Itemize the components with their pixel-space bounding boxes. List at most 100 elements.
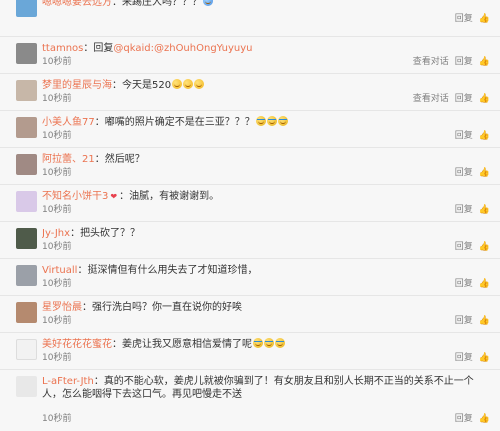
comment-line: Virtuall：挺深情但有什么用失去了才知道珍惜，: [42, 264, 490, 277]
comment-line: 美好花花花蜜花：姜虎让我又愿意相信爱情了呢: [42, 338, 490, 351]
emoji-icon: [194, 79, 205, 89]
comment-separator: ：: [112, 0, 122, 8]
like-button[interactable]: 👍: [479, 353, 490, 364]
thumb-up-icon: 👍: [478, 205, 490, 215]
comment-separator: ：: [94, 154, 105, 165]
comment-username[interactable]: 嗯嗯嗯要去远方: [42, 0, 112, 8]
avatar[interactable]: [16, 265, 37, 286]
reply-prefix: 回复: [93, 43, 114, 54]
comment-text: 强行洗白吗？你一直在说你的好唉: [92, 302, 242, 313]
member-badge-icon: ❤: [110, 192, 118, 201]
comment-actions: 查看对话 回复 👍: [413, 94, 490, 105]
comment-line: 梦里的星辰与海：今天是520: [42, 79, 490, 92]
like-button[interactable]: 👍: [479, 242, 490, 253]
like-button[interactable]: 👍: [479, 279, 490, 290]
comment-list: 嗯嗯嗯要去远方：来踢庄人吗？？？ 回复 👍 ttamnos：回复@qkaid:@…: [0, 0, 500, 431]
comment-username[interactable]: 小美人鱼77: [42, 117, 95, 128]
comment-username[interactable]: 梦里的星辰与海: [42, 80, 112, 91]
comment-row: 不知名小饼干3 ❤ ：油腻，有被谢谢到。 10秒前 回复 👍: [0, 185, 500, 222]
avatar[interactable]: [16, 117, 37, 138]
comment-row: 星罗怡晨：强行洗白吗？你一直在说你的好唉 10秒前 回复 👍: [0, 296, 500, 333]
comment-separator: ：: [119, 191, 130, 202]
comment-actions: 回复 👍: [455, 14, 490, 25]
reply-button[interactable]: 回复: [455, 279, 473, 290]
crying-emoji-icon: [255, 116, 266, 126]
like-button[interactable]: 👍: [479, 57, 490, 68]
comment-separator: ：: [83, 43, 94, 54]
comment-row: L-aFter-Jth：真的不能心软，姜虎儿就被你骗到了！有女朋友且和别人长期不…: [0, 370, 500, 430]
avatar[interactable]: [16, 376, 37, 397]
comment-row: 梦里的星辰与海：今天是520 10秒前 查看对话 回复 👍: [0, 74, 500, 111]
avatar[interactable]: [16, 43, 37, 64]
like-button[interactable]: 👍: [479, 131, 490, 142]
thumb-up-icon: 👍: [478, 353, 490, 363]
comment-username[interactable]: L-aFter-Jth: [42, 376, 94, 387]
reply-button[interactable]: 回复: [455, 414, 473, 425]
like-button[interactable]: 👍: [479, 414, 490, 425]
reply-button[interactable]: 回复: [455, 168, 473, 179]
like-button[interactable]: 👍: [479, 316, 490, 327]
avatar[interactable]: [16, 80, 37, 101]
reply-button[interactable]: 回复: [455, 94, 473, 105]
comment-actions: 回复 👍: [455, 131, 490, 142]
comment-separator: ：: [70, 228, 81, 239]
view-conversation-button[interactable]: 查看对话: [413, 57, 449, 68]
comment-line: 嗯嗯嗯要去远方：来踢庄人吗？？？: [42, 0, 490, 9]
reply-button[interactable]: 回复: [455, 353, 473, 364]
view-conversation-button[interactable]: 查看对话: [413, 94, 449, 105]
thumb-up-icon: 👍: [478, 14, 490, 24]
comment-actions: 回复 👍: [455, 242, 490, 253]
comment-row: 美好花花花蜜花：姜虎让我又愿意相信爱情了呢 10秒前 回复 👍: [0, 333, 500, 370]
reply-button[interactable]: 回复: [455, 316, 473, 327]
avatar[interactable]: [16, 191, 37, 212]
comment-text: 然后呢？: [104, 154, 145, 165]
reply-button[interactable]: 回复: [455, 131, 473, 142]
comment-username[interactable]: 星罗怡晨: [42, 302, 82, 313]
comment-row: Jy-Jhx：把头砍了？？ 10秒前 回复 👍: [0, 222, 500, 259]
comment-actions: 查看对话 回复 👍: [413, 57, 490, 68]
thumb-up-icon: 👍: [478, 94, 490, 104]
like-button[interactable]: 👍: [479, 94, 490, 105]
reply-button[interactable]: 回复: [455, 205, 473, 216]
crying-emoji-icon: [277, 116, 288, 126]
comment-time: 10秒前: [42, 94, 72, 104]
thumb-up-icon: 👍: [478, 316, 490, 326]
like-button[interactable]: 👍: [479, 205, 490, 216]
mention-link[interactable]: @qkaid:@zhOuhOngYuyuyu: [113, 43, 252, 54]
comment-time: 10秒前: [42, 279, 72, 289]
avatar[interactable]: [16, 0, 37, 17]
reply-button[interactable]: 回复: [455, 14, 473, 25]
avatar[interactable]: [16, 154, 37, 175]
comment-text: 今天是520: [122, 80, 172, 91]
comment-row: 阿拉蕾、21：然后呢？ 10秒前 回复 👍: [0, 148, 500, 185]
comment-time: 10秒前: [42, 131, 72, 141]
comment-username[interactable]: ttamnos: [42, 43, 83, 54]
comment-text: 来踢庄人吗？？？: [122, 0, 202, 8]
comment-separator: ：: [94, 117, 105, 128]
avatar[interactable]: [16, 339, 37, 360]
comment-username[interactable]: Virtuall: [42, 265, 77, 276]
comment-username[interactable]: Jy-Jhx: [42, 228, 70, 239]
avatar[interactable]: [16, 228, 37, 249]
thumb-up-icon: 👍: [478, 131, 490, 141]
comment-username[interactable]: 美好花花花蜜花: [42, 339, 112, 350]
comment-line: 小美人鱼77：嘟嘴的照片确定不是在三亚？？？: [42, 116, 490, 129]
comment-actions: 回复 👍: [455, 316, 490, 327]
like-button[interactable]: 👍: [479, 14, 490, 25]
comment-username[interactable]: 阿拉蕾、21: [42, 154, 95, 165]
comment-separator: ：: [77, 265, 88, 276]
like-button[interactable]: 👍: [479, 168, 490, 179]
crying-emoji-icon: [264, 338, 274, 348]
reply-button[interactable]: 回复: [455, 57, 473, 68]
thumb-up-icon: 👍: [478, 57, 490, 67]
reply-button[interactable]: 回复: [455, 242, 473, 253]
comment-text: 把头砍了？？: [80, 228, 141, 239]
avatar[interactable]: [16, 302, 37, 323]
emoji-icon: [172, 79, 183, 89]
comment-username[interactable]: 不知名小饼干3: [42, 191, 108, 202]
comment-line: Jy-Jhx：把头砍了？？: [42, 227, 490, 240]
comment-actions: 回复 👍: [455, 353, 490, 364]
comment-actions: 回复 👍: [455, 205, 490, 216]
comment-row: ttamnos：回复@qkaid:@zhOuhOngYuyuyu 10秒前 查看…: [0, 37, 500, 74]
emoji-icon: [183, 79, 194, 89]
